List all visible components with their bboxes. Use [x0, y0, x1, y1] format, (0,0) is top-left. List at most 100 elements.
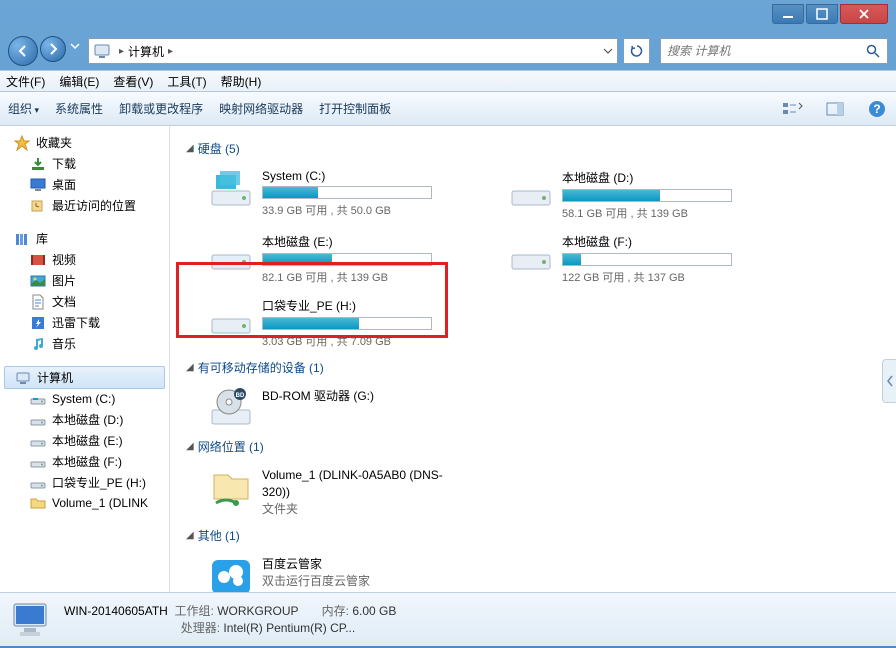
sidebar-item-thunder[interactable]: 迅雷下载: [0, 312, 169, 333]
window: ▸ 计算机 ▸ 文件(F) 编辑(E) 查看(V) 工具(T) 帮助(H) 组织…: [0, 0, 896, 648]
section-other[interactable]: ◢其他 (1): [186, 527, 880, 544]
sidebar-item-drive-d[interactable]: 本地磁盘 (D:): [0, 409, 169, 430]
drive-icon: [30, 391, 46, 407]
chevron-right-icon: ▸: [168, 46, 173, 57]
drive-icon: [30, 433, 46, 449]
toolbar-ctrlpanel[interactable]: 打开控制面板: [319, 100, 391, 117]
menu-edit[interactable]: 编辑(E): [59, 73, 99, 90]
computer-icon: [93, 42, 111, 60]
collapse-icon: ◢: [186, 362, 194, 373]
network-folder-icon: [210, 467, 252, 507]
help-button[interactable]: ?: [866, 98, 888, 120]
sidebar-favorites[interactable]: 收藏夹: [0, 132, 169, 153]
toolbar-mapnet[interactable]: 映射网络驱动器: [219, 100, 303, 117]
sidebar-item-drive-f[interactable]: 本地磁盘 (F:): [0, 451, 169, 472]
toolbar: 组织 系统属性 卸载或更改程序 映射网络驱动器 打开控制面板 ?: [0, 92, 896, 126]
view-mode-button[interactable]: [782, 98, 804, 120]
drive-d[interactable]: 本地磁盘 (D:)58.1 GB 可用 , 共 139 GB: [506, 165, 766, 225]
desktop-icon: [30, 177, 46, 193]
sidebar-computer[interactable]: 计算机: [4, 366, 165, 389]
sidebar-item-drive-c[interactable]: System (C:): [0, 389, 169, 409]
minimize-button[interactable]: [772, 4, 804, 24]
preview-pane-button[interactable]: [824, 98, 846, 120]
sidebar: 收藏夹 下载 桌面 最近访问的位置 库 视频 图片 文档 迅雷下载 音乐: [0, 126, 170, 592]
sidebar-item-video[interactable]: 视频: [0, 249, 169, 270]
sidebar-libraries-label: 库: [36, 230, 48, 247]
sidebar-item-drive-e[interactable]: 本地磁盘 (E:): [0, 430, 169, 451]
drive-h[interactable]: 口袋专业_PE (H:)3.03 GB 可用 , 共 7.09 GB: [206, 293, 466, 353]
refresh-button[interactable]: [624, 38, 650, 64]
sidebar-item-volume1[interactable]: Volume_1 (DLINK: [0, 493, 169, 513]
collapse-icon: ◢: [186, 441, 194, 452]
sidebar-item-documents[interactable]: 文档: [0, 291, 169, 312]
sidebar-item-drive-h[interactable]: 口袋专业_PE (H:): [0, 472, 169, 493]
drive-icon: [30, 454, 46, 470]
menubar: 文件(F) 编辑(E) 查看(V) 工具(T) 帮助(H): [0, 70, 896, 92]
details-text: WIN-20140605ATH 工作组: WORKGROUP 内存: 6.00 …: [64, 603, 396, 637]
drive-icon: [210, 169, 252, 209]
music-icon: [30, 336, 46, 352]
sidebar-item-music[interactable]: 音乐: [0, 333, 169, 354]
sidebar-item-pictures[interactable]: 图片: [0, 270, 169, 291]
computer-thumbnail-icon: [10, 600, 54, 640]
collapse-icon: ◢: [186, 530, 194, 541]
sidebar-libraries[interactable]: 库: [0, 228, 169, 249]
other-baidu[interactable]: 百度云管家双击运行百度云管家: [206, 552, 466, 592]
breadcrumb-label[interactable]: 计算机: [128, 43, 164, 60]
star-icon: [14, 135, 30, 151]
section-network[interactable]: ◢网络位置 (1): [186, 438, 880, 455]
search-input[interactable]: [667, 44, 861, 58]
breadcrumb[interactable]: ▸ 计算机 ▸: [88, 38, 618, 64]
section-drives[interactable]: ◢硬盘 (5): [186, 140, 880, 157]
document-icon: [30, 294, 46, 310]
pictures-icon: [30, 273, 46, 289]
main-panel: ◢硬盘 (5) System (C:)33.9 GB 可用 , 共 50.0 G…: [170, 126, 896, 592]
drive-icon: [30, 412, 46, 428]
content-area: 收藏夹 下载 桌面 最近访问的位置 库 视频 图片 文档 迅雷下载 音乐: [0, 126, 896, 592]
drive-c[interactable]: System (C:)33.9 GB 可用 , 共 50.0 GB: [206, 165, 466, 225]
baidu-cloud-icon: [210, 556, 252, 592]
sidebar-item-desktop[interactable]: 桌面: [0, 174, 169, 195]
recent-icon: [30, 198, 46, 214]
back-button[interactable]: [8, 36, 38, 66]
titlebar: [0, 0, 896, 32]
chevron-down-icon[interactable]: [603, 48, 613, 54]
drive-icon: [210, 233, 252, 273]
library-icon: [14, 231, 30, 247]
drive-icon: [30, 475, 46, 491]
section-removable[interactable]: ◢有可移动存储的设备 (1): [186, 359, 880, 376]
search-box[interactable]: [660, 38, 888, 64]
menu-help[interactable]: 帮助(H): [221, 73, 262, 90]
sidebar-item-recent[interactable]: 最近访问的位置: [0, 195, 169, 216]
svg-text:BD: BD: [236, 393, 245, 399]
toolbar-uninstall[interactable]: 卸载或更改程序: [119, 100, 203, 117]
edge-tab[interactable]: [882, 359, 896, 403]
computer-icon: [15, 370, 31, 386]
search-icon[interactable]: [865, 43, 881, 59]
menu-view[interactable]: 查看(V): [113, 73, 153, 90]
sidebar-computer-label: 计算机: [37, 369, 73, 386]
details-bar: WIN-20140605ATH 工作组: WORKGROUP 内存: 6.00 …: [0, 592, 896, 646]
drive-icon: [210, 297, 252, 337]
toolbar-props[interactable]: 系统属性: [55, 100, 103, 117]
menu-file[interactable]: 文件(F): [6, 73, 45, 90]
maximize-button[interactable]: [806, 4, 838, 24]
forward-button[interactable]: [40, 36, 66, 62]
thunder-icon: [30, 315, 46, 331]
drive-icon: [510, 169, 552, 209]
nav-row: ▸ 计算机 ▸: [0, 32, 896, 70]
sidebar-item-downloads[interactable]: 下载: [0, 153, 169, 174]
collapse-icon: ◢: [186, 143, 194, 154]
nav-history-dropdown[interactable]: [68, 36, 82, 56]
folder-icon: [30, 495, 46, 511]
drive-f[interactable]: 本地磁盘 (F:)122 GB 可用 , 共 137 GB: [506, 229, 766, 289]
toolbar-organize[interactable]: 组织: [8, 100, 39, 117]
network-volume1[interactable]: Volume_1 (DLINK-0A5AB0 (DNS-320))文件夹: [206, 463, 466, 521]
drive-icon: [510, 233, 552, 273]
close-button[interactable]: [840, 4, 888, 24]
removable-bdrom[interactable]: BD BD-ROM 驱动器 (G:): [206, 384, 466, 432]
menu-tools[interactable]: 工具(T): [167, 73, 206, 90]
sidebar-favorites-label: 收藏夹: [36, 134, 72, 151]
drive-e[interactable]: 本地磁盘 (E:)82.1 GB 可用 , 共 139 GB: [206, 229, 466, 289]
video-icon: [30, 252, 46, 268]
